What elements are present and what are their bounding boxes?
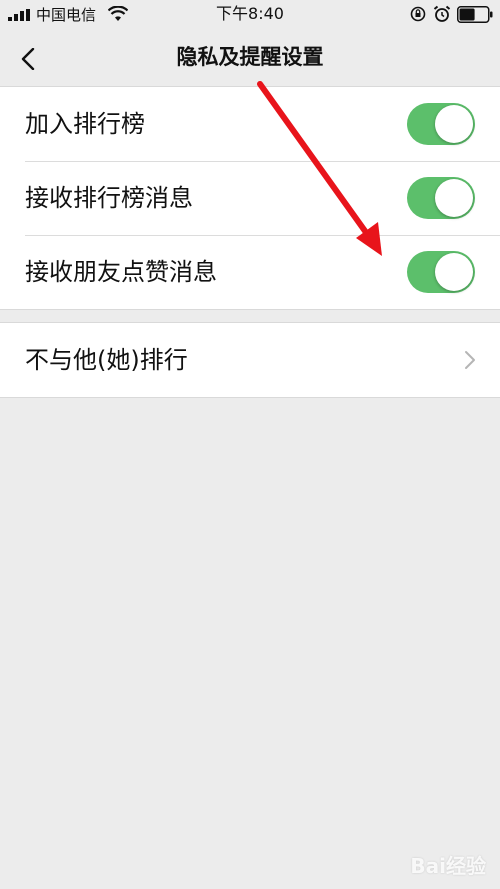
setting-label: 接收朋友点赞消息 [25,258,217,286]
toggle-knob [435,253,473,291]
navigation-bar: 隐私及提醒设置 [0,30,500,86]
like-messages-toggle[interactable] [407,251,475,293]
setting-label: 不与他(她)排行 [25,346,188,374]
setting-row-exclude-ranking[interactable]: 不与他(她)排行 [0,323,500,397]
setting-label: 接收排行榜消息 [25,184,193,212]
watermark: Bai经验 [410,854,486,878]
setting-row-like-messages: 接收朋友点赞消息 [0,235,500,309]
page-title: 隐私及提醒设置 [176,45,324,69]
toggle-knob [435,179,473,217]
setting-row-ranking-messages: 接收排行榜消息 [0,161,500,235]
status-bar: 中国电信 下午8:40 [0,0,500,30]
battery-icon [457,6,493,23]
chevron-right-icon [465,351,475,369]
rotation-lock-icon [410,6,426,22]
join-ranking-toggle[interactable] [407,103,475,145]
ranking-messages-toggle[interactable] [407,177,475,219]
setting-label: 加入排行榜 [25,110,145,138]
toggle-settings-group: 加入排行榜 接收排行榜消息 接收朋友点赞消息 [0,86,500,310]
setting-row-join-ranking: 加入排行榜 [0,87,500,161]
link-settings-group: 不与他(她)排行 [0,322,500,398]
alarm-icon [433,5,451,22]
toggle-knob [435,105,473,143]
